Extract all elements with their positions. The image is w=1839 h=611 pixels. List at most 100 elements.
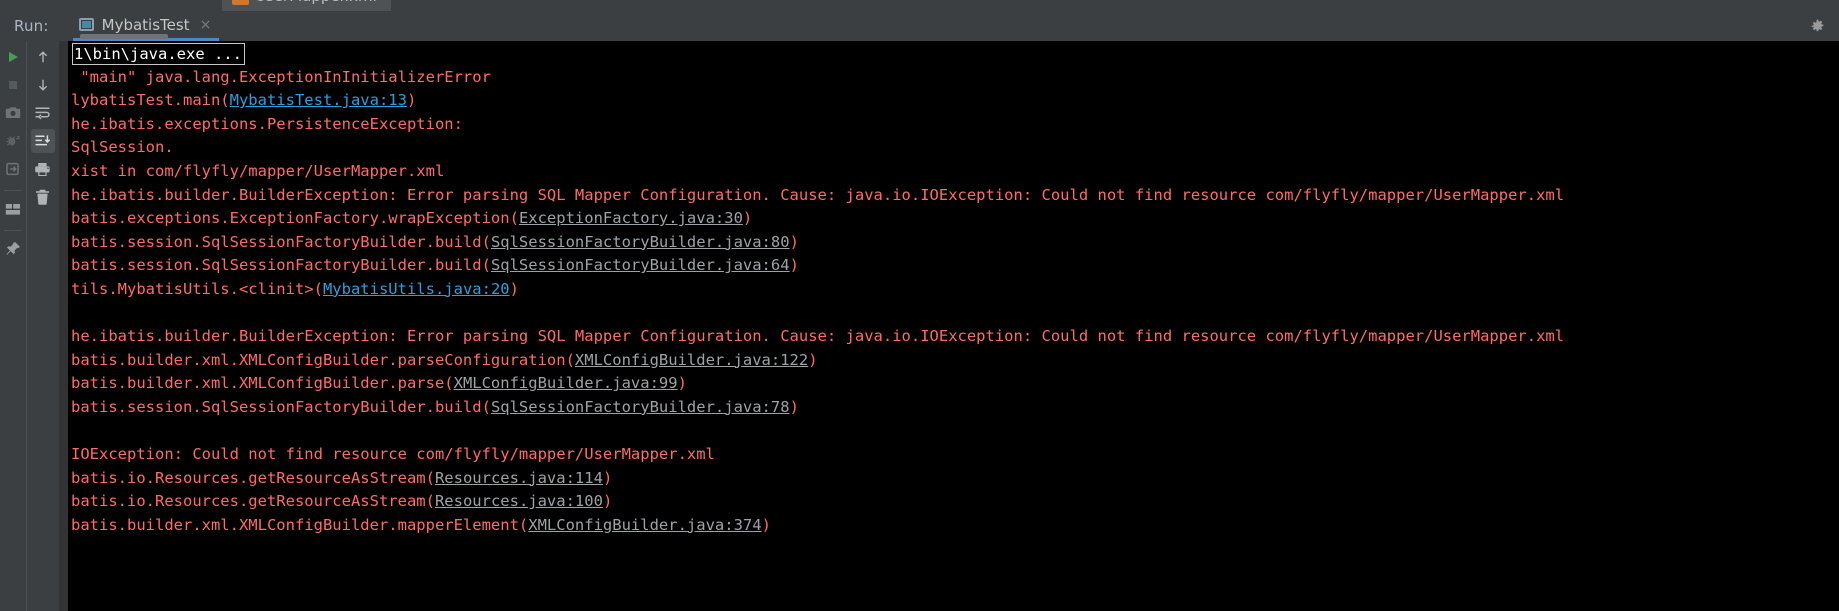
console-text: ) xyxy=(406,91,417,110)
xml-file-icon: <> xyxy=(232,0,249,5)
stop-button[interactable] xyxy=(1,73,25,97)
console-text: batis.builder.xml.XMLConfigBuilder.parse… xyxy=(71,374,454,393)
play-icon xyxy=(9,52,18,62)
run-actions-toolbar-left xyxy=(0,41,26,611)
run-console[interactable]: 1\bin\java.exe ... "main" java.lang.Exce… xyxy=(59,41,1839,611)
editor-tab-label: UserMapper.xml xyxy=(255,0,377,5)
up-the-stack-trace-button[interactable] xyxy=(31,45,55,69)
console-text: batis.session.SqlSessionFactoryBuilder.b… xyxy=(71,232,491,251)
console-text: he.ibatis.builder.BuilderException: Erro… xyxy=(71,327,1565,346)
console-text: tils.MybatisUtils.<clinit>( xyxy=(71,279,323,298)
console-text: ) xyxy=(789,397,799,416)
stack-trace-link[interactable]: ExceptionFactory.java:30 xyxy=(519,209,743,227)
console-text: ) xyxy=(602,468,613,487)
console-line: lybatisTest.main(MybatisTest.java:13) xyxy=(68,89,1839,113)
rerun-button[interactable] xyxy=(1,45,25,69)
console-line: SqlSession. xyxy=(68,136,1839,160)
console-text: batis.exceptions.ExceptionFactory.wrapEx… xyxy=(71,209,519,228)
pin-icon xyxy=(6,242,20,255)
stack-trace-link[interactable]: SqlSessionFactoryBuilder.java:64 xyxy=(491,256,790,274)
gear-icon[interactable] xyxy=(1807,16,1827,36)
toolbar-divider xyxy=(4,190,22,191)
stack-trace-link[interactable]: MybatisTest.java:13 xyxy=(230,91,407,109)
run-configuration-icon xyxy=(78,18,94,31)
search-highlight-text: 1\bin\java.exe ... xyxy=(72,43,245,65)
stack-trace-link[interactable]: XMLConfigBuilder.java:122 xyxy=(575,351,808,369)
stack-trace-link[interactable]: SqlSessionFactoryBuilder.java:78 xyxy=(491,398,790,416)
run-tool-window-header: Run: MybatisTest × xyxy=(0,11,1839,41)
console-gutter xyxy=(59,41,68,611)
console-text: ) xyxy=(742,209,753,228)
console-line: batis.builder.xml.XMLConfigBuilder.mappe… xyxy=(68,514,1839,538)
console-line: he.ibatis.builder.BuilderException: Erro… xyxy=(68,184,1839,208)
screenshot-button[interactable] xyxy=(1,101,25,125)
toolbar-divider-2 xyxy=(4,230,22,231)
console-text: IOException: Could not find resource com… xyxy=(71,445,715,464)
bug-rerun-icon xyxy=(6,135,20,146)
console-text: "main" java.lang.ExceptionInInitializerE… xyxy=(71,67,491,86)
console-line: IOException: Could not find resource com… xyxy=(68,443,1839,467)
console-text: ) xyxy=(789,232,799,251)
export-button[interactable] xyxy=(1,157,25,181)
console-line: he.ibatis.builder.BuilderException: Erro… xyxy=(68,325,1839,349)
console-line: batis.session.SqlSessionFactoryBuilder.b… xyxy=(68,254,1839,278)
console-line: batis.builder.xml.XMLConfigBuilder.parse… xyxy=(68,349,1839,373)
console-text: batis.session.SqlSessionFactoryBuilder.b… xyxy=(71,256,491,275)
soft-wrap-button[interactable] xyxy=(31,101,55,125)
clear-all-button[interactable] xyxy=(31,185,55,209)
printer-icon xyxy=(35,162,50,176)
stack-trace-link[interactable]: Resources.java:114 xyxy=(435,469,603,487)
stack-trace-link[interactable]: XMLConfigBuilder.java:374 xyxy=(528,516,761,534)
ide-run-window: <> UserMapper.xml Run: MybatisTest × xyxy=(0,0,1839,611)
console-output[interactable]: 1\bin\java.exe ... "main" java.lang.Exce… xyxy=(68,41,1839,611)
console-text: ) xyxy=(789,256,799,275)
stack-trace-link[interactable]: MybatisUtils.java:20 xyxy=(323,280,510,298)
horizontal-scrollbar-thumb[interactable] xyxy=(80,34,168,39)
down-the-stack-trace-button[interactable] xyxy=(31,73,55,97)
rerun-failed-tests-button[interactable] xyxy=(1,129,25,153)
arrow-up-icon xyxy=(38,51,47,63)
console-text: ) xyxy=(761,515,771,534)
trash-icon xyxy=(36,189,49,205)
console-line: 1\bin\java.exe ... xyxy=(68,42,1839,66)
run-label: Run: xyxy=(14,17,49,35)
console-text: xist in com/flyfly/mapper/UserMapper.xml xyxy=(71,161,445,180)
soft-wrap-icon xyxy=(35,107,50,120)
console-text: SqlSession. xyxy=(71,138,174,157)
close-icon[interactable]: × xyxy=(200,18,212,32)
console-text: batis.builder.xml.XMLConfigBuilder.parse… xyxy=(71,350,575,369)
console-text: he.ibatis.exceptions.PersistenceExceptio… xyxy=(71,114,473,133)
scroll-to-end-button[interactable] xyxy=(30,129,55,153)
stack-trace-link[interactable]: SqlSessionFactoryBuilder.java:80 xyxy=(491,233,790,251)
stack-trace-link[interactable]: Resources.java:100 xyxy=(435,492,603,510)
pin-tab-button[interactable] xyxy=(1,237,25,261)
arrow-down-icon xyxy=(38,79,47,91)
console-line: tils.MybatisUtils.<clinit>(MybatisUtils.… xyxy=(68,278,1839,302)
console-text: batis.builder.xml.XMLConfigBuilder.mappe… xyxy=(71,515,529,534)
console-line: xist in com/flyfly/mapper/UserMapper.xml xyxy=(68,160,1839,184)
stack-trace-link[interactable]: XMLConfigBuilder.java:99 xyxy=(454,374,678,392)
console-text: ) xyxy=(602,492,613,511)
run-actions-toolbar-secondary xyxy=(26,41,58,611)
layout-button[interactable] xyxy=(1,197,25,221)
console-text: ) xyxy=(509,279,519,298)
console-line: batis.builder.xml.XMLConfigBuilder.parse… xyxy=(68,372,1839,396)
console-line: "main" java.lang.ExceptionInInitializerE… xyxy=(68,66,1839,90)
console-text: batis.io.Resources.getResourceAsStream( xyxy=(71,492,435,511)
scroll-to-end-icon xyxy=(35,135,51,146)
console-line: batis.session.SqlSessionFactoryBuilder.b… xyxy=(68,396,1839,420)
console-line: batis.io.Resources.getResourceAsStream(R… xyxy=(68,490,1839,514)
console-line: batis.exceptions.ExceptionFactory.wrapEx… xyxy=(68,207,1839,231)
stop-icon xyxy=(9,81,17,89)
console-text: he.ibatis.builder.BuilderException: Erro… xyxy=(71,185,1565,204)
export-arrow-icon xyxy=(5,162,19,176)
console-text: batis.io.Resources.getResourceAsStream( xyxy=(71,468,435,487)
console-text: lybatisTest.main( xyxy=(71,91,230,110)
console-text: ) xyxy=(677,374,687,393)
run-tab-label: MybatisTest xyxy=(101,15,190,34)
print-button[interactable] xyxy=(31,157,55,181)
console-text: ) xyxy=(808,350,818,369)
layout-icon xyxy=(5,203,20,215)
